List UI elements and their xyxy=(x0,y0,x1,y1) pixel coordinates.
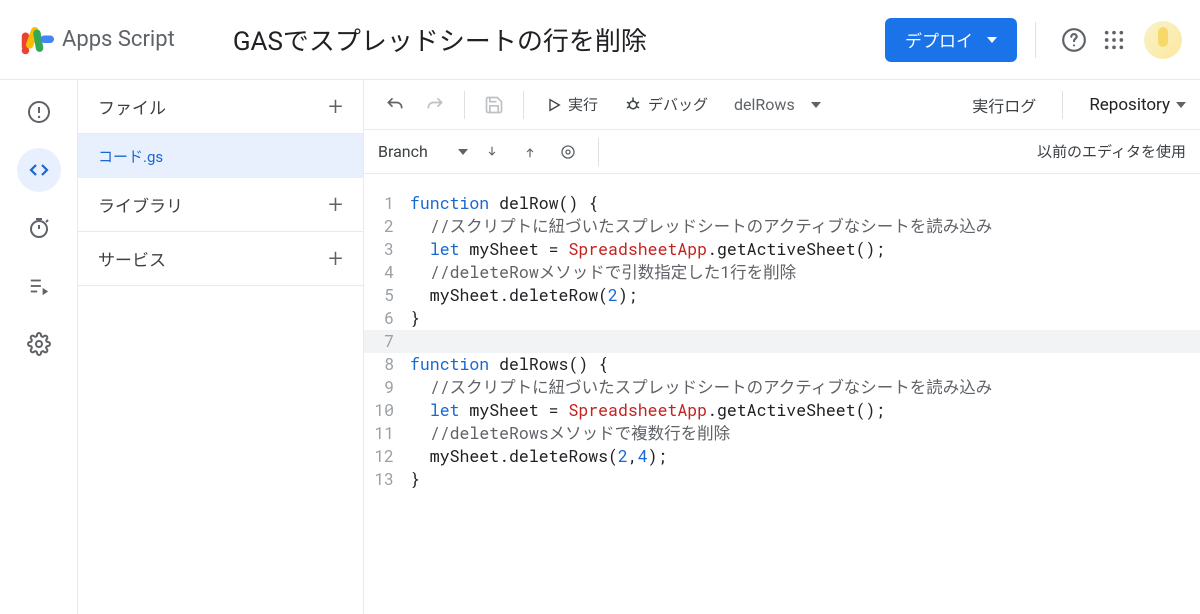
code-text[interactable]: let mySheet = SpreadsheetApp.getActiveSh… xyxy=(410,238,885,261)
code-line[interactable]: 2 //スクリプトに紐づいたスプレッドシートのアクティブなシートを読み込み xyxy=(364,215,1200,238)
header: Apps Script GASでスプレッドシートの行を削除 デプロイ xyxy=(0,0,1200,80)
code-text[interactable]: function delRows() { xyxy=(410,353,608,376)
line-number: 9 xyxy=(364,376,410,399)
files-header: ファイル + xyxy=(78,80,363,134)
code-line[interactable]: 12 mySheet.deleteRows(2,4); xyxy=(364,445,1200,468)
code-line[interactable]: 4 //deleteRowメソッドで引数指定した1行を削除 xyxy=(364,261,1200,284)
run-label: 実行 xyxy=(568,94,598,115)
divider xyxy=(1035,22,1036,58)
divider xyxy=(464,91,465,119)
branch-label: Branch xyxy=(378,142,428,161)
execution-log-button[interactable]: 実行ログ xyxy=(972,93,1036,117)
branch-settings-icon[interactable] xyxy=(554,138,582,166)
help-icon[interactable] xyxy=(1054,20,1094,60)
repository-dropdown[interactable]: Repository xyxy=(1089,95,1186,115)
overview-nav-icon[interactable] xyxy=(17,90,61,134)
library-header: ライブラリ + xyxy=(78,178,363,232)
code-editor[interactable]: 1function delRow() {2 //スクリプトに紐づいたスプレッドシ… xyxy=(364,174,1200,614)
product-name: Apps Script xyxy=(62,27,175,52)
push-button[interactable] xyxy=(516,138,544,166)
code-line[interactable]: 5 mySheet.deleteRow(2); xyxy=(364,284,1200,307)
add-library-button[interactable]: + xyxy=(328,190,343,220)
code-line[interactable]: 6} xyxy=(364,307,1200,330)
add-file-button[interactable]: + xyxy=(328,92,343,122)
divider xyxy=(598,138,599,166)
redo-button[interactable] xyxy=(418,88,452,122)
line-number: 3 xyxy=(364,238,410,261)
pull-button[interactable] xyxy=(478,138,506,166)
selected-function: delRows xyxy=(734,95,795,114)
line-number: 1 xyxy=(364,192,410,215)
line-number: 4 xyxy=(364,261,410,284)
deploy-button[interactable]: デプロイ xyxy=(885,18,1017,62)
code-text[interactable]: function delRow() { xyxy=(410,192,598,215)
project-title[interactable]: GASでスプレッドシートの行を削除 xyxy=(233,21,647,58)
line-number: 7 xyxy=(364,330,410,353)
file-item-code-gs[interactable]: コード.gs xyxy=(78,134,363,178)
line-number: 8 xyxy=(364,353,410,376)
code-text[interactable]: //deleteRowsメソッドで複数行を削除 xyxy=(410,422,730,445)
left-nav xyxy=(0,80,78,614)
code-text[interactable]: } xyxy=(410,468,420,491)
apps-script-icon xyxy=(18,22,54,58)
line-number: 12 xyxy=(364,445,410,468)
code-line[interactable]: 13} xyxy=(364,468,1200,491)
divider xyxy=(523,91,524,119)
apps-grid-icon[interactable] xyxy=(1094,20,1134,60)
debug-button[interactable]: デバッグ xyxy=(614,88,718,122)
code-line[interactable]: 11 //deleteRowsメソッドで複数行を削除 xyxy=(364,422,1200,445)
executions-nav-icon[interactable] xyxy=(17,264,61,308)
editor-pane: 実行 デバッグ delRows 実行ログ Repository Branch xyxy=(364,80,1200,614)
line-number: 13 xyxy=(364,468,410,491)
line-number: 2 xyxy=(364,215,410,238)
play-icon xyxy=(546,97,562,113)
chevron-down-icon xyxy=(987,37,997,43)
account-avatar[interactable] xyxy=(1144,21,1182,59)
legacy-editor-link[interactable]: 以前のエディタを使用 xyxy=(1037,141,1186,162)
line-number: 11 xyxy=(364,422,410,445)
branch-bar: Branch 以前のエディタを使用 xyxy=(364,130,1200,174)
files-pane: ファイル + コード.gs ライブラリ + サービス + xyxy=(78,80,364,614)
code-line[interactable]: 10 let mySheet = SpreadsheetApp.getActiv… xyxy=(364,399,1200,422)
settings-nav-icon[interactable] xyxy=(17,322,61,366)
save-button[interactable] xyxy=(477,88,511,122)
product-logo[interactable]: Apps Script xyxy=(18,22,175,58)
code-line[interactable]: 9 //スクリプトに紐づいたスプレッドシートのアクティブなシートを読み込み xyxy=(364,376,1200,399)
bug-icon xyxy=(624,96,642,114)
code-text[interactable]: //deleteRowメソッドで引数指定した1行を削除 xyxy=(410,261,796,284)
services-header: サービス + xyxy=(78,232,363,286)
code-text[interactable]: } xyxy=(410,307,420,330)
code-line[interactable]: 7 xyxy=(364,330,1200,353)
add-service-button[interactable]: + xyxy=(328,244,343,274)
chevron-down-icon xyxy=(811,102,821,108)
code-text[interactable]: //スクリプトに紐づいたスプレッドシートのアクティブなシートを読み込み xyxy=(410,376,992,399)
code-line[interactable]: 3 let mySheet = SpreadsheetApp.getActive… xyxy=(364,238,1200,261)
code-text[interactable]: //スクリプトに紐づいたスプレッドシートのアクティブなシートを読み込み xyxy=(410,215,992,238)
line-number: 10 xyxy=(364,399,410,422)
code-text[interactable]: mySheet.deleteRows(2,4); xyxy=(410,445,667,468)
code-text[interactable]: mySheet.deleteRow(2); xyxy=(410,284,638,307)
function-selector[interactable]: delRows xyxy=(724,95,831,114)
editor-nav-icon[interactable] xyxy=(17,148,61,192)
run-button[interactable]: 実行 xyxy=(536,88,608,122)
divider xyxy=(1062,91,1063,119)
files-label: ファイル xyxy=(98,94,166,119)
code-line[interactable]: 1function delRow() { xyxy=(364,192,1200,215)
repository-label: Repository xyxy=(1089,95,1170,115)
services-label: サービス xyxy=(98,246,166,271)
line-number: 5 xyxy=(364,284,410,307)
chevron-down-icon xyxy=(1176,102,1186,108)
triggers-nav-icon[interactable] xyxy=(17,206,61,250)
editor-toolbar: 実行 デバッグ delRows 実行ログ Repository xyxy=(364,80,1200,130)
debug-label: デバッグ xyxy=(648,94,708,115)
undo-button[interactable] xyxy=(378,88,412,122)
line-number: 6 xyxy=(364,307,410,330)
code-line[interactable]: 8function delRows() { xyxy=(364,353,1200,376)
code-text[interactable]: let mySheet = SpreadsheetApp.getActiveSh… xyxy=(410,399,885,422)
deploy-label: デプロイ xyxy=(905,27,973,52)
branch-dropdown-icon[interactable] xyxy=(458,149,468,155)
library-label: ライブラリ xyxy=(98,192,183,217)
